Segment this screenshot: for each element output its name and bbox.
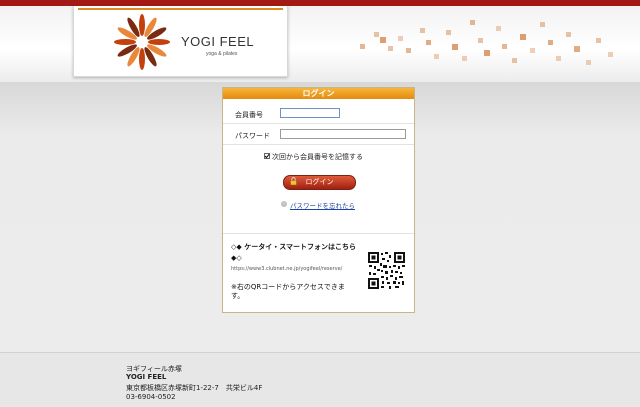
member-number-input[interactable] — [280, 108, 340, 118]
lock-icon — [290, 177, 297, 185]
remember-checkbox[interactable] — [264, 153, 270, 159]
row-divider — [223, 144, 414, 145]
mobile-access-title-end: ◆◇ — [231, 254, 242, 262]
brand-name: YOGI FEEL — [181, 34, 255, 49]
footer-shop-name: YOGI FEEL — [126, 373, 167, 381]
brand-tagline: yoga & pilates — [206, 51, 238, 57]
qr-note: ※右のQRコードからアクセスできます。 — [231, 283, 345, 300]
footer-address: 東京都板橋区赤塚新町1-22-7 共栄ビル4F — [126, 384, 263, 392]
qr-code-icon — [367, 251, 406, 290]
row-divider — [223, 123, 414, 124]
check-icon — [264, 153, 270, 159]
password-label: パスワード — [235, 132, 270, 140]
member-number-label: 会員番号 — [235, 111, 263, 119]
logo-accent-line — [78, 8, 283, 10]
mobile-access-title: ◇◆ ケータイ・スマートフォンはこちら — [231, 243, 356, 251]
section-divider — [223, 233, 414, 234]
login-button-label: ログイン — [305, 178, 334, 186]
lotus-logo-icon — [114, 14, 170, 70]
password-input[interactable] — [280, 129, 406, 139]
footer-phone: 03-6904-0502 — [126, 393, 176, 401]
login-panel-title: ログイン — [223, 88, 414, 99]
arrow-right-icon: › — [281, 201, 287, 207]
footer: ヨギフィール赤塚 YOGI FEEL 東京都板橋区赤塚新町1-22-7 共栄ビル… — [0, 352, 640, 407]
logo-card: YOGI FEEL yoga & pilates — [73, 6, 288, 77]
forgot-password-link[interactable]: パスワードを忘れたら — [290, 200, 355, 210]
remember-label[interactable]: 次回から会員番号を記憶する — [272, 152, 363, 162]
mobile-url[interactable]: https://www3.clubnet.ne.jp/yogifeel/rese… — [231, 266, 342, 272]
